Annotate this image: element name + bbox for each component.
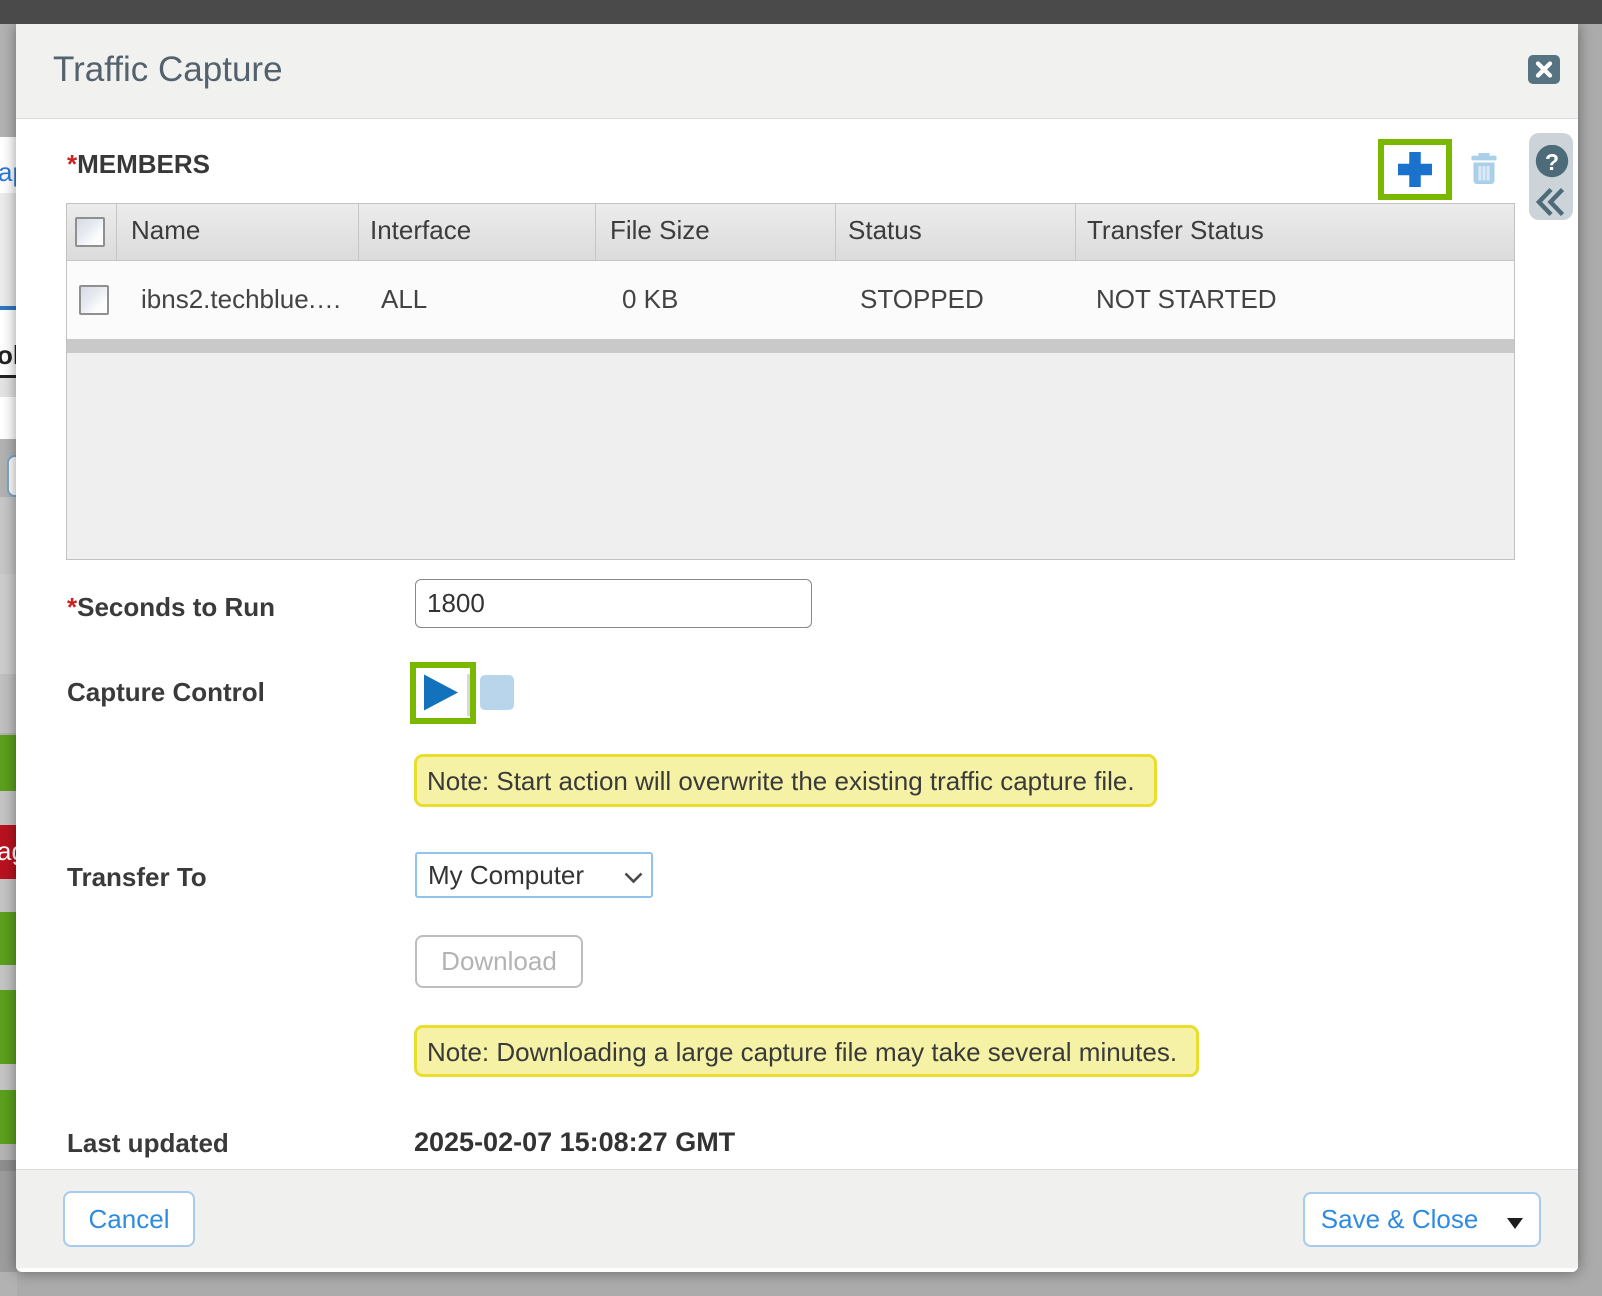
svg-text:?: ?: [1545, 149, 1559, 175]
